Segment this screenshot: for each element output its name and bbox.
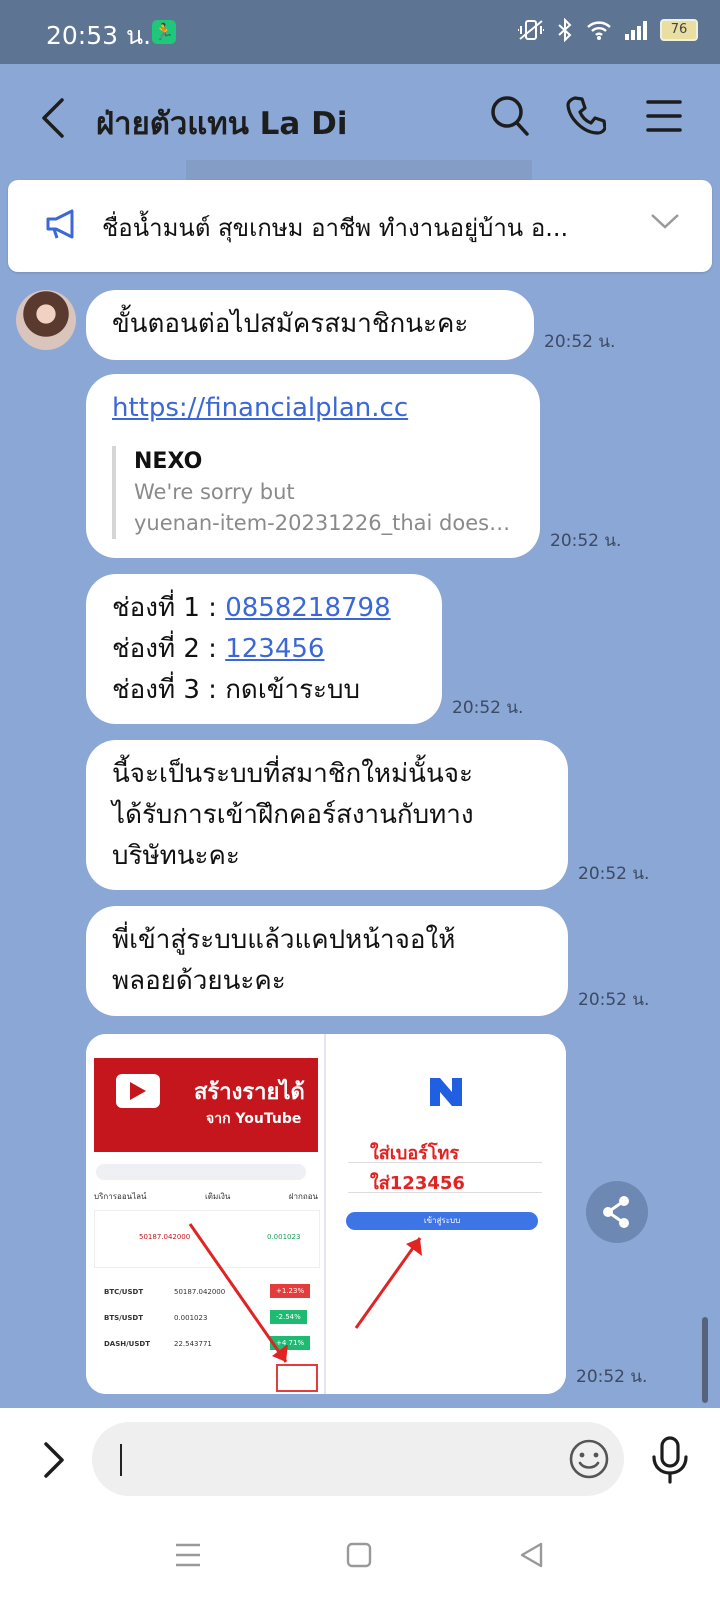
message-text: ช่องที่ 2 :	[112, 634, 226, 664]
avatar[interactable]	[16, 290, 76, 350]
chevron-down-icon[interactable]	[650, 212, 680, 230]
message-timestamp: 20:52 น.	[452, 698, 524, 718]
megaphone-icon	[46, 209, 74, 239]
scrollbar[interactable]	[702, 1317, 708, 1403]
share-icon	[603, 1196, 629, 1228]
recent-apps-icon[interactable]	[174, 1542, 202, 1568]
link-message-bubble[interactable]: https://financialplan.cc NEXO We're sorr…	[86, 374, 540, 558]
message-link[interactable]: https://financialplan.cc	[112, 388, 408, 429]
red-arrow-annotation	[188, 1223, 288, 1363]
message-line: ช่องที่ 2 : 123456	[112, 629, 324, 670]
screenshot-right: ใส่เบอร์โทร ใส่123456 เข้าสู่ระบบ	[326, 1034, 566, 1394]
screenshot-left: สร้างรายได้ จาก YouTube บริการออนไลน์ เต…	[86, 1034, 326, 1394]
bluetooth-icon	[558, 18, 572, 42]
preview-description: yuenan-item-20231226_thai doesn't	[134, 511, 514, 535]
clock: 20:53 น.	[46, 21, 152, 50]
announcement-text: ชื่อน้ำมนต์ สุขเกษม อาชีพ ทำงานอยู่บ้าน …	[102, 214, 569, 242]
message-line: ช่องที่ 1 : 0858218798	[112, 588, 391, 629]
back-nav-icon[interactable]	[518, 1541, 544, 1569]
emoji-icon[interactable]	[568, 1438, 610, 1480]
message-input[interactable]	[92, 1422, 624, 1496]
hidden-message-strip	[186, 160, 532, 180]
message-text: นี้จะเป็นระบบที่สมาชิกใหม่นั้นจะ	[112, 759, 473, 789]
share-button[interactable]	[586, 1181, 648, 1243]
battery-icon: 76	[660, 19, 698, 41]
message-timestamp: 20:52 น.	[576, 1367, 648, 1387]
number-link[interactable]: 123456	[225, 634, 324, 664]
message-bubble[interactable]: ช่องที่ 1 : 0858218798 ช่องที่ 2 : 12345…	[86, 574, 442, 724]
chat-title: ฝ่ายตัวแทน La Di	[96, 106, 348, 142]
message-text: ช่องที่ 1 :	[112, 593, 226, 623]
signal-icon	[625, 21, 647, 40]
text-caret	[120, 1444, 122, 1476]
status-icons: 76	[518, 18, 698, 42]
image-message[interactable]: สร้างรายได้ จาก YouTube บริการออนไลน์ เต…	[86, 1034, 566, 1394]
back-icon[interactable]	[38, 96, 66, 140]
message-timestamp: 20:52 น.	[544, 332, 616, 352]
message-bubble[interactable]: พี่เข้าสู่ระบบแล้วแคปหน้าจอให้ พลอยด้วยน…	[86, 906, 568, 1016]
message-bubble[interactable]: ขั้นตอนต่อไปสมัครสมาชิกนะคะ	[86, 290, 534, 360]
menu-icon[interactable]	[646, 94, 682, 138]
message-text: ได้รับการเข้าฝึกคอร์สงานกับทาง	[112, 800, 474, 830]
message-text: ช่องที่ 3 : กดเข้าระบบ	[112, 675, 361, 705]
message-timestamp: 20:52 น.	[550, 531, 622, 551]
message-text: พลอยด้วยนะคะ	[112, 966, 286, 996]
message-text: พี่เข้าสู่ระบบแล้วแคปหน้าจอให้	[112, 925, 456, 955]
message-bubble[interactable]: นี้จะเป็นระบบที่สมาชิกใหม่นั้นจะ ได้รับก…	[86, 740, 568, 890]
red-arrow-annotation	[354, 1237, 422, 1329]
status-bar: 20:53 น. 🏃 76	[0, 0, 720, 64]
link-preview[interactable]: NEXO We're sorry but yuenan-item-2023122…	[112, 446, 514, 539]
fitness-icon: 🏃	[152, 20, 176, 44]
chat-header: ฝ่ายตัวแทน La Di	[0, 64, 720, 174]
preview-description: We're sorry but	[134, 480, 295, 504]
expand-icon[interactable]	[40, 1440, 68, 1480]
home-icon[interactable]	[346, 1542, 372, 1568]
search-icon[interactable]	[490, 94, 530, 138]
phone-icon[interactable]	[566, 94, 606, 138]
vibrate-icon	[518, 20, 544, 40]
phone-link[interactable]: 0858218798	[225, 593, 390, 623]
message-timestamp: 20:52 น.	[578, 864, 650, 884]
system-nav-bar	[0, 1512, 720, 1600]
message-text: ขั้นตอนต่อไปสมัครสมาชิกนะคะ	[112, 309, 469, 339]
wifi-icon	[587, 21, 611, 40]
announcement-banner[interactable]: ชื่อน้ำมนต์ สุขเกษม อาชีพ ทำงานอยู่บ้าน …	[8, 180, 712, 272]
preview-title: NEXO	[134, 449, 203, 474]
microphone-icon[interactable]	[650, 1435, 690, 1485]
message-input-bar	[0, 1408, 720, 1512]
message-text: บริษัทนะคะ	[112, 841, 240, 871]
message-timestamp: 20:52 น.	[578, 990, 650, 1010]
